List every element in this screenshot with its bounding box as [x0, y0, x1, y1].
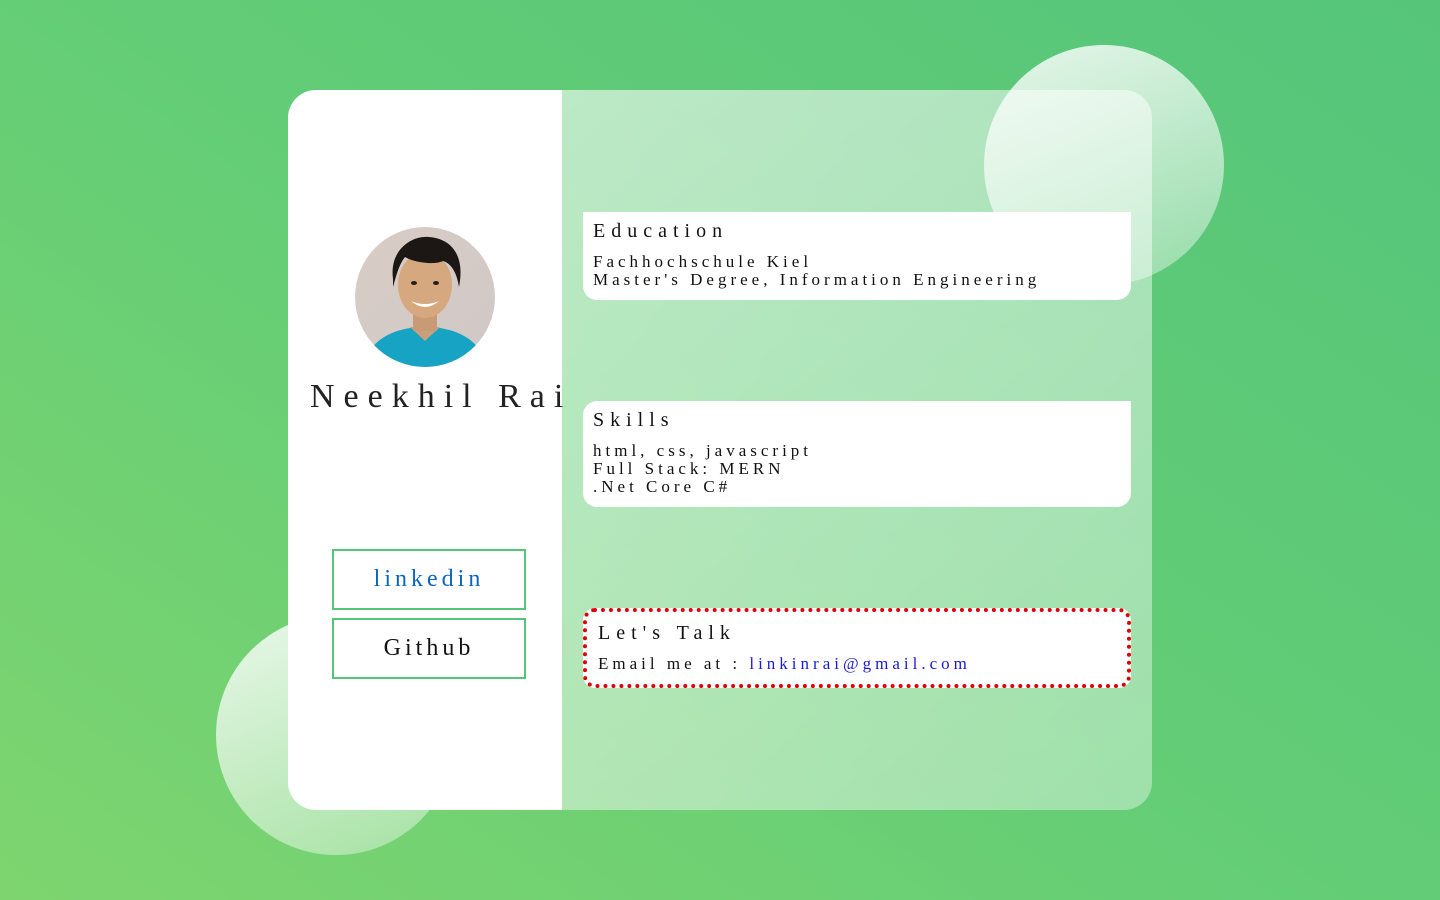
education-line: Master's Degree, Information Engineering [593, 270, 1041, 289]
skills-title: Skills [593, 409, 675, 431]
contact-section: Let's Talk Email me at : linkinrai@gmail… [583, 608, 1131, 688]
skill-item: .Net Core C# [593, 477, 732, 496]
education-line: Fachhochschule Kiel [593, 252, 813, 271]
skills-section: Skills html, css, javascript Full Stack:… [583, 401, 1131, 507]
contact-line: Email me at : linkinrai@gmail.com [598, 655, 1116, 673]
education-section: Education Fachhochschule Kiel Master's D… [583, 212, 1131, 300]
github-button[interactable]: Github [332, 618, 526, 679]
email-link[interactable]: linkinrai@gmail.com [749, 654, 971, 673]
skill-item: Full Stack: MERN [593, 459, 785, 478]
contact-prefix: Email me at : [598, 654, 750, 673]
avatar-photo-icon [355, 227, 495, 367]
education-title: Education [593, 220, 729, 242]
profile-sidebar: Neekhil Rai linkedin Github [288, 90, 563, 810]
profile-card: Neekhil Rai linkedin Github Education Fa… [288, 90, 1152, 810]
linkedin-button[interactable]: linkedin [332, 549, 526, 610]
profile-name: Neekhil Rai [310, 378, 573, 415]
skill-item: html, css, javascript [593, 441, 813, 460]
contact-title: Let's Talk [598, 622, 736, 644]
avatar [355, 227, 495, 367]
